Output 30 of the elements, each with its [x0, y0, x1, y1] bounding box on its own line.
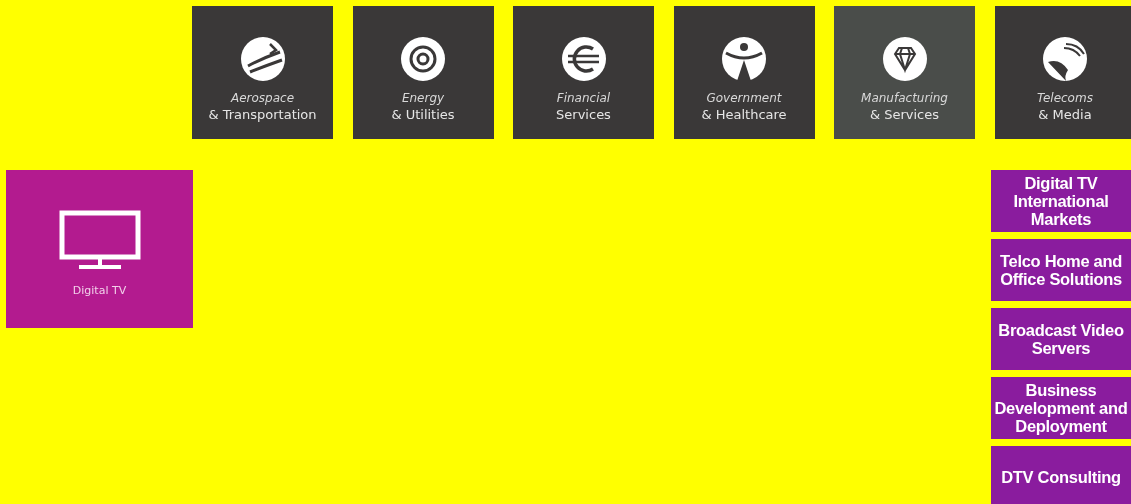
tile-title: Telecoms — [1037, 90, 1093, 106]
industry-tile[interactable]: Manufacturing & Services — [834, 6, 975, 139]
tile-subtitle: & Healthcare — [701, 106, 787, 123]
digital-tv-tile[interactable]: Digital TV — [6, 170, 193, 328]
service-link[interactable]: Broadcast Video Servers — [991, 308, 1131, 370]
tile-title: Aerospace — [230, 90, 295, 106]
tile-label: Digital TV — [72, 284, 127, 297]
industry-tile[interactable]: Energy & Utilities — [352, 6, 494, 139]
tile-subtitle: & Services — [869, 106, 940, 123]
industry-tile[interactable]: Government & Healthcare — [673, 6, 815, 139]
spiral-icon — [400, 36, 446, 82]
tile-title: Manufacturing — [861, 90, 948, 106]
tile-title: Financial — [556, 90, 611, 106]
tile-subtitle: & Transportation — [208, 106, 317, 123]
euro-icon — [560, 36, 607, 82]
service-link[interactable]: Telco Home and Office Solutions — [991, 239, 1131, 301]
tile-title: Energy — [401, 90, 445, 106]
industry-tile[interactable]: Telecoms & Media — [994, 6, 1131, 139]
satellite-dish-icon — [1042, 36, 1088, 82]
tile-subtitle: & Media — [1038, 106, 1092, 123]
human-figure-icon — [721, 36, 767, 82]
tv-icon — [58, 210, 141, 272]
tile-title: Government — [706, 90, 782, 106]
service-link[interactable]: DTV Consulting — [991, 446, 1131, 504]
industry-tile[interactable]: Financial Services — [513, 6, 654, 139]
service-link[interactable]: Business Development and Deployment — [991, 377, 1131, 439]
tile-subtitle: & Utilities — [391, 106, 455, 123]
service-link[interactable]: Digital TV International Markets — [991, 170, 1131, 232]
tile-subtitle: Services — [556, 106, 611, 123]
industry-tile[interactable]: Aerospace & Transportation — [192, 6, 333, 139]
